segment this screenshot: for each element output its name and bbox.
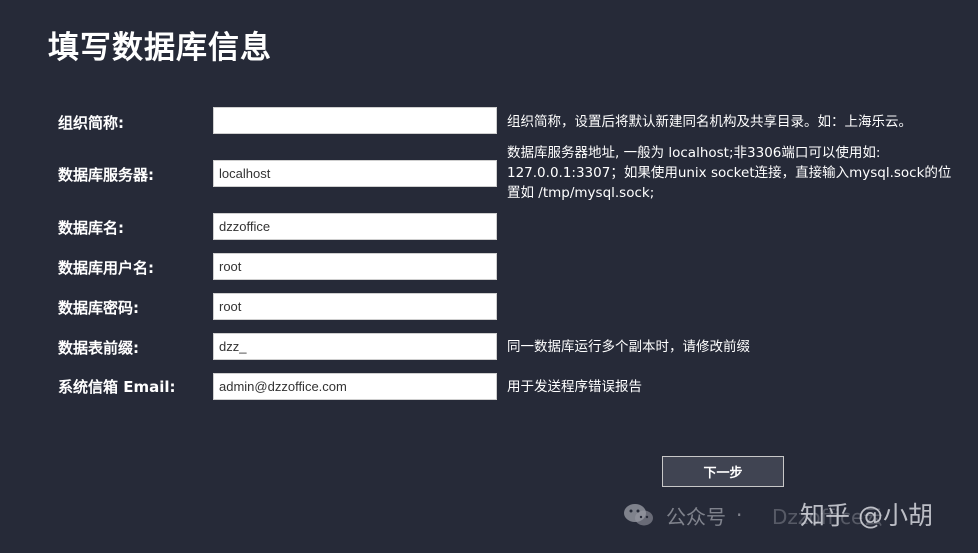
- watermark-separator: ·: [736, 503, 743, 527]
- table-prefix-input[interactable]: [213, 333, 497, 360]
- watermark-brand: 知乎 @小胡: [800, 501, 933, 530]
- db-name-input[interactable]: [213, 213, 497, 240]
- wechat-icon: [622, 501, 656, 529]
- db-user-input[interactable]: [213, 253, 497, 280]
- db-host-help: 数据库服务器地址, 一般为 localhost;非3306端口可以使用如: 12…: [507, 145, 952, 201]
- table-prefix-label: 数据表前缀:: [58, 339, 139, 357]
- db-user-label: 数据库用户名:: [58, 259, 154, 277]
- watermark-account: 公众号: [666, 504, 726, 529]
- db-host-input[interactable]: [213, 160, 497, 187]
- admin-email-help: 用于发送程序错误报告: [507, 379, 642, 395]
- admin-email-label: 系统信箱 Email:: [58, 378, 176, 396]
- org-name-input[interactable]: [213, 107, 497, 134]
- db-name-label: 数据库名:: [58, 219, 124, 237]
- table-prefix-help: 同一数据库运行多个副本时，请修改前缀: [507, 339, 750, 355]
- db-password-input[interactable]: [213, 293, 497, 320]
- next-step-button[interactable]: 下一步: [662, 456, 784, 487]
- db-password-label: 数据库密码:: [58, 299, 139, 317]
- db-host-label: 数据库服务器:: [58, 166, 154, 184]
- watermark: 公众号 · Dzzoffice云 知乎 @小胡: [622, 498, 933, 532]
- admin-email-input[interactable]: [213, 373, 497, 400]
- org-name-label: 组织简称:: [58, 114, 124, 132]
- page-title: 填写数据库信息: [48, 30, 272, 66]
- org-name-help: 组织简称，设置后将默认新建同名机构及共享目录。如：上海乐云。: [507, 114, 912, 130]
